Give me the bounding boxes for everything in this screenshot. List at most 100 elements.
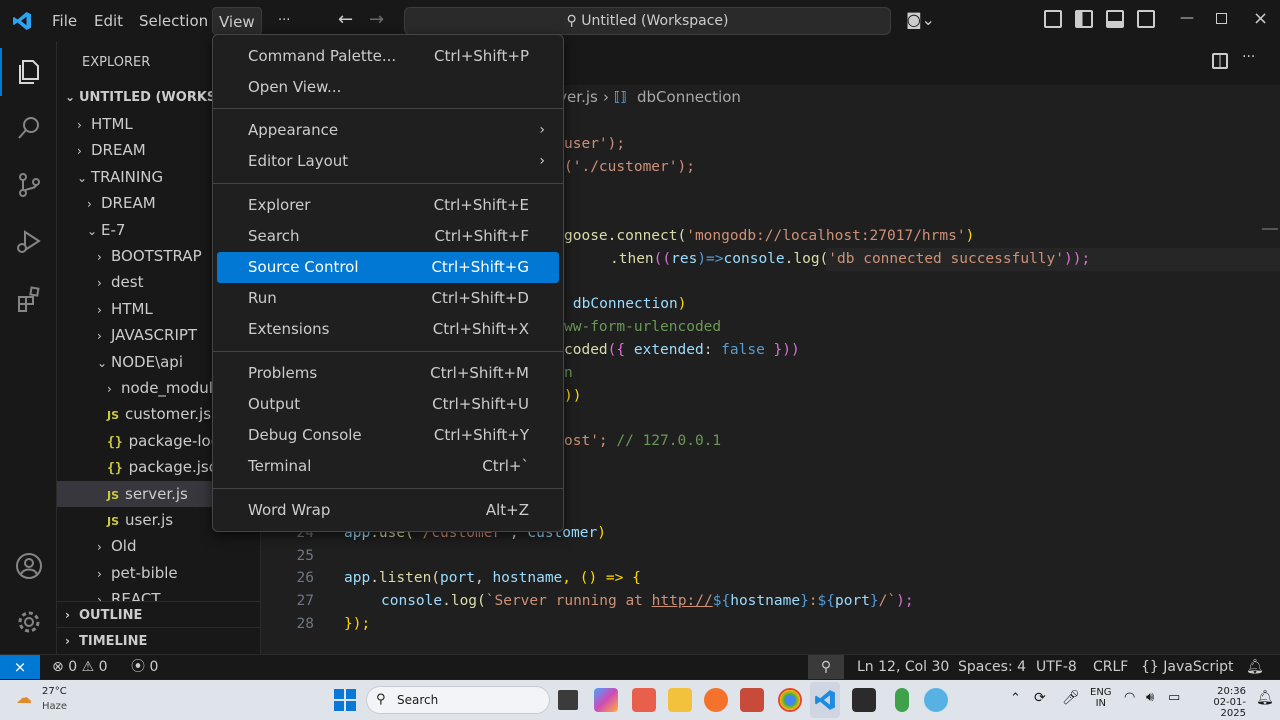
menu-item-run[interactable]: Run Ctrl+Shift+D [217,283,559,314]
app-icon[interactable] [704,688,728,712]
line-number: 27 [296,593,314,609]
menu-item-terminal[interactable]: Terminal Ctrl+` [217,451,559,482]
app-icon[interactable] [632,688,656,712]
chevron-right-icon: › [539,153,545,169]
code-token: })) [764,342,800,358]
vscode-window: File Edit Selection View ··· ← → ⚲ Untit… [0,0,1280,720]
language-indicator[interactable]: ENG IN [1090,687,1112,709]
menu-item-debug-console[interactable]: Debug Console Ctrl+Shift+Y [217,420,559,451]
symbol-variable-icon: ⟦⟧ [614,90,627,105]
more-actions-icon[interactable]: ··· [1242,49,1255,65]
tree-item-label: NODE\api [111,352,183,371]
warning-icon: ⚠ [81,659,95,675]
vscode-taskbar-icon[interactable] [814,689,836,711]
copilot-icon[interactable]: ◙⌄ [906,10,935,29]
menu-item-appearance[interactable]: Appearance › [217,115,559,146]
title-bar: File Edit Selection View ··· ← → ⚲ Untit… [0,0,1280,41]
close-icon[interactable]: × [1253,8,1268,29]
zoom-icon[interactable]: ⚲ [808,655,844,679]
braces-icon: {} [1141,659,1159,675]
minimize-icon[interactable]: — [1180,10,1194,26]
problems-indicator[interactable]: ⊗ 0 ⚠ 0 [52,655,108,679]
forward-arrow-icon[interactable]: → [369,9,384,30]
timeline-section[interactable]: › TIMELINE [57,627,260,653]
menu-item-problems[interactable]: Problems Ctrl+Shift+M [217,358,559,389]
language-label: JavaScript [1163,659,1234,675]
encoding[interactable]: UTF-8 [1036,655,1077,679]
search-icon[interactable] [0,104,57,152]
explorer-icon[interactable] [0,48,57,96]
command-center[interactable]: ⚲ Untitled (Workspace) [404,7,891,35]
menu-item-command-palette[interactable]: Command Palette... Ctrl+Shift+P [217,41,559,72]
code-token: ${ [712,593,731,609]
terminal-icon[interactable] [852,688,876,712]
code-token: `Server running at [485,593,652,609]
clock[interactable]: 20:36 02-01-2025 [1196,686,1246,719]
notification-bell-icon[interactable]: 🔔︎ [1256,690,1274,706]
code-token: port [440,570,475,586]
tree-item[interactable]: › Old [57,533,260,559]
maximize-icon[interactable] [1216,13,1227,24]
weather-icon[interactable]: ☁ [16,688,32,707]
remote-indicator-icon[interactable]: ⨯ [0,655,40,679]
manage-gear-icon[interactable] [0,598,57,646]
sync-icon[interactable]: ⟳ [1034,690,1046,706]
menu-view[interactable]: View [212,7,262,35]
menu-item-source-control[interactable]: Source Control Ctrl+Shift+G [217,252,559,283]
toggle-secondary-sidebar-icon[interactable] [1137,10,1155,28]
ports-indicator[interactable]: ⦿ 0 [131,655,158,679]
tree-item[interactable]: › pet-bible [57,560,260,586]
end-of-line[interactable]: CRLF [1093,655,1128,679]
extensions-icon[interactable] [0,275,57,323]
task-view-icon[interactable] [556,688,580,712]
battery-icon[interactable]: ▭ [1168,690,1180,705]
menu-item-explorer[interactable]: Explorer Ctrl+Shift+E [217,190,559,221]
run-debug-icon[interactable] [0,217,57,265]
menu-file[interactable]: File [46,7,83,35]
breadcrumb-symbol[interactable]: dbConnection [637,88,741,106]
app-icon[interactable] [740,688,764,712]
start-windows-icon[interactable] [334,689,356,711]
toggle-panel-icon[interactable] [1106,10,1124,28]
taskbar-search[interactable]: ⚲ Search [366,686,550,714]
menu-item-open-view[interactable]: Open View... [217,72,559,103]
menu-item-label: Extensions [248,320,330,338]
source-control-icon[interactable] [0,161,57,209]
menu-item-extensions[interactable]: Extensions Ctrl+Shift+X [217,314,559,345]
back-arrow-icon[interactable]: ← [338,9,353,30]
menu-selection[interactable]: Selection [133,7,214,35]
menu-item-label: Command Palette... [248,47,397,65]
copilot-app-icon[interactable] [594,688,618,712]
menu-item-shortcut: Ctrl+Shift+X [432,320,529,338]
mongodb-icon[interactable] [895,688,909,712]
chevron-right-icon: › [65,634,70,648]
volume-icon[interactable]: 🔊︎ [1146,690,1154,705]
menu-more[interactable]: ··· [272,7,296,35]
menu-separator [213,488,563,489]
menu-item-editor-layout[interactable]: Editor Layout › [217,146,559,177]
menu-item-search[interactable]: Search Ctrl+Shift+F [217,221,559,252]
outline-section[interactable]: › OUTLINE [57,601,260,627]
tree-item-label: customer.js [125,405,212,424]
account-icon[interactable] [0,542,57,590]
menu-item-output[interactable]: Output Ctrl+Shift+U [217,389,559,420]
toggle-primary-sidebar-icon[interactable] [1075,10,1093,28]
notifications-bell-icon[interactable]: 🔔︎ [1246,655,1264,679]
explorer-title: EXPLORER [82,55,151,70]
chrome-icon[interactable] [778,688,802,712]
app-icon[interactable] [924,688,948,712]
wifi-icon[interactable]: ◠ [1124,690,1135,705]
language-mode[interactable]: {} JavaScript [1141,655,1233,679]
chevron-up-icon[interactable]: ⌃ [1010,691,1021,706]
code-token: ('./customer'); [564,159,695,175]
indentation[interactable]: Spaces: 4 [958,655,1026,679]
breadcrumb-separator: › [603,88,609,106]
menu-edit[interactable]: Edit [88,7,129,35]
customize-layout-icon[interactable] [1044,10,1062,28]
tree-item-label: TRAINING [91,167,164,186]
cursor-position[interactable]: Ln 12, Col 30 [857,655,949,679]
split-editor-icon[interactable] [1212,53,1228,69]
menu-item-word-wrap[interactable]: Word Wrap Alt+Z [217,495,559,526]
file-explorer-icon[interactable] [668,688,692,712]
microphone-icon[interactable]: 🎤︎ [1062,690,1080,706]
